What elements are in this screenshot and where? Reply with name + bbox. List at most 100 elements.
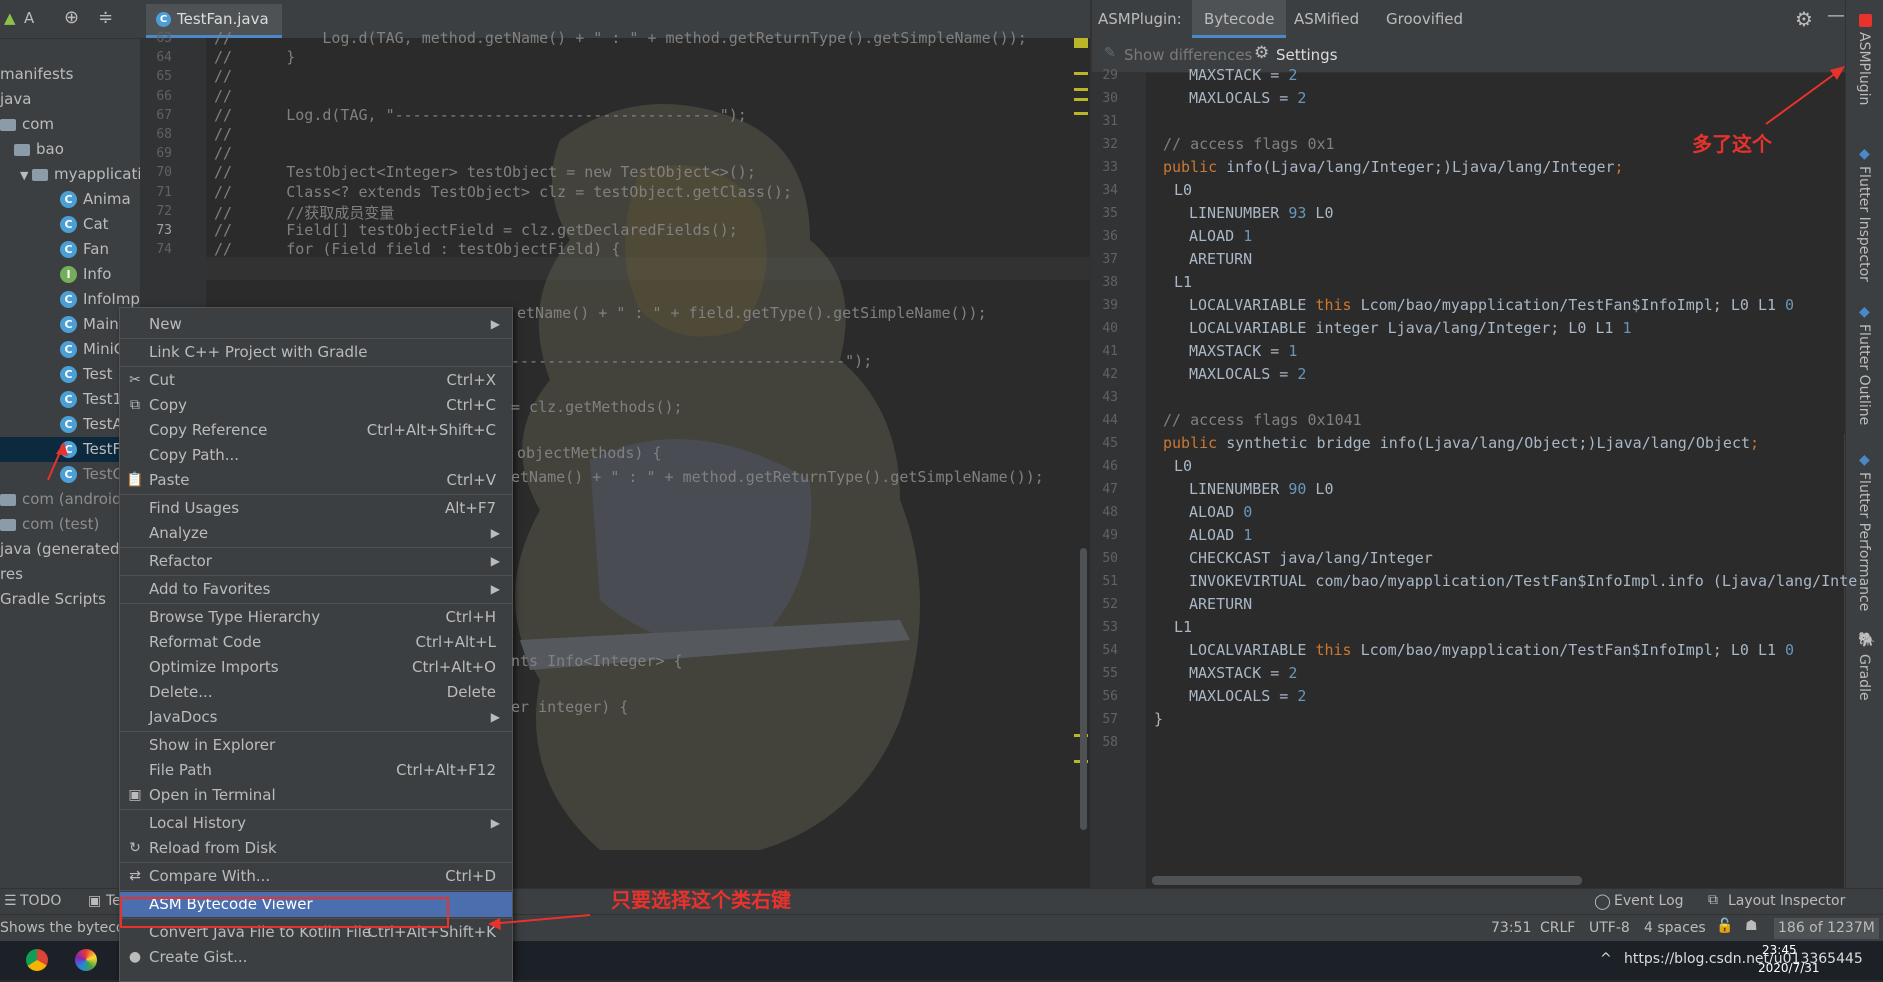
tree-item-label: Main xyxy=(83,315,119,333)
gear-icon[interactable]: ⚙ xyxy=(1795,7,1813,31)
tree-item[interactable]: bao xyxy=(14,137,64,162)
tool-flutter-inspector[interactable]: Flutter Inspector xyxy=(1856,166,1872,282)
menu-item-open-in-terminal[interactable]: ▣ Open in Terminal xyxy=(120,783,512,808)
caret-position[interactable]: 73:51 xyxy=(1491,920,1531,936)
tree-item[interactable]: java xyxy=(0,87,31,112)
token: INVOKEVIRTUAL com/bao/myapplication/Test… xyxy=(1189,572,1858,590)
menu-separator xyxy=(120,494,512,495)
warning-mark[interactable] xyxy=(1074,88,1088,91)
menu-item-shortcut: Ctrl+Alt+O xyxy=(412,658,496,676)
token: MAXSTACK = xyxy=(1189,66,1289,84)
tree-item[interactable]: C TestC xyxy=(60,462,123,487)
tree-item[interactable]: C TestA xyxy=(60,412,123,437)
tree-item[interactable]: java (generated) xyxy=(0,537,125,562)
menu-item-refactor[interactable]: Refactor ▶ xyxy=(120,549,512,574)
menu-item-optimize-imports[interactable]: Optimize Imports Ctrl+Alt+O xyxy=(120,655,512,680)
chrome-icon[interactable] xyxy=(26,949,48,971)
menu-item-find-usages[interactable]: Find Usages Alt+F7 xyxy=(120,496,512,521)
line-number: 72 xyxy=(156,203,172,219)
menu-item-new[interactable]: New ▶ xyxy=(120,312,512,337)
menu-separator xyxy=(120,366,512,367)
tree-item[interactable]: Gradle Scripts xyxy=(0,587,106,612)
tree-item[interactable]: C MiniC xyxy=(60,337,124,362)
menu-item-show-in-explorer[interactable]: Show in Explorer xyxy=(120,733,512,758)
menu-item-local-history[interactable]: Local History ▶ xyxy=(120,811,512,836)
menu-item-create-gist[interactable]: ● Create Gist... xyxy=(120,945,512,970)
menu-item-compare-with[interactable]: ⇄ Compare With... Ctrl+D xyxy=(120,864,512,889)
warning-mark[interactable] xyxy=(1074,112,1088,115)
tool-flutter-performance[interactable]: Flutter Performance xyxy=(1856,472,1872,611)
token: L0 xyxy=(1174,181,1193,199)
warning-mark[interactable] xyxy=(1074,98,1088,101)
submenu-arrow-icon: ▶ xyxy=(490,526,500,540)
editor-scrollbar[interactable] xyxy=(1080,548,1087,830)
menu-item-copy-path[interactable]: Copy Path... xyxy=(120,443,512,468)
clock-time[interactable]: 23:45 xyxy=(1762,943,1797,957)
tab-asmified[interactable]: ASMified xyxy=(1294,0,1359,38)
tree-item[interactable]: C Anima xyxy=(60,187,131,212)
tree-item-label: com xyxy=(22,115,55,133)
token: L0 xyxy=(1174,457,1193,475)
tool-layout-inspector[interactable]: Layout Inspector xyxy=(1728,893,1845,909)
class-icon: C xyxy=(60,341,77,358)
tool-event-log[interactable]: Event Log xyxy=(1614,893,1684,909)
settings-gear-icon[interactable]: ⚙ xyxy=(1254,43,1269,63)
tree-item-label: bao xyxy=(36,140,64,158)
tree-item[interactable]: C Test1 xyxy=(60,387,122,412)
menu-item-delete[interactable]: Delete... Delete xyxy=(120,680,512,705)
tree-item[interactable]: res xyxy=(0,562,23,587)
tree-item[interactable]: com (test) xyxy=(0,512,99,537)
tree-item[interactable]: ▼ myapplicati xyxy=(20,162,142,187)
color-picker-icon[interactable] xyxy=(75,949,97,971)
bytecode-line: L1 xyxy=(1174,618,1192,636)
menu-item-link-c-project-with-gradle[interactable]: Link C++ Project with Gradle xyxy=(120,340,512,365)
inspector-icon[interactable]: ☗ xyxy=(1745,918,1758,934)
line-number: 69 xyxy=(156,146,172,162)
tab-bytecode[interactable]: Bytecode xyxy=(1192,0,1287,38)
tool-gradle[interactable]: Gradle xyxy=(1856,654,1872,701)
menu-item-reformat-code[interactable]: Reformat Code Ctrl+Alt+L xyxy=(120,630,512,655)
tool-asmplugin[interactable]: ASMPlugin xyxy=(1856,32,1872,105)
tree-item[interactable]: C Test xyxy=(60,362,113,387)
tree-item[interactable]: com (androidTe xyxy=(0,487,137,512)
menu-item-reload-from-disk[interactable]: ↻ Reload from Disk xyxy=(120,836,512,861)
clock-date[interactable]: 2020/7/31 xyxy=(1758,961,1820,975)
file-encoding[interactable]: UTF-8 xyxy=(1589,920,1630,936)
tab-groovified[interactable]: Groovified xyxy=(1386,0,1463,38)
android-icon[interactable]: ▲ xyxy=(4,9,16,27)
code-line: // TestObject<Integer> testObject = new … xyxy=(214,163,756,182)
tool-todo[interactable]: TODO xyxy=(20,893,61,909)
settings-button[interactable]: Settings xyxy=(1276,46,1338,64)
tool-flutter-outline[interactable]: Flutter Outline xyxy=(1856,324,1872,425)
tree-item[interactable]: com xyxy=(0,112,54,137)
expand-icon[interactable]: ▼ xyxy=(20,169,32,182)
tree-item[interactable]: I Info xyxy=(60,262,111,287)
warning-mark[interactable] xyxy=(1074,72,1088,75)
menu-item-analyze[interactable]: Analyze ▶ xyxy=(120,521,512,546)
lock-icon[interactable]: 🔓 xyxy=(1716,918,1733,934)
tree-item[interactable]: manifests xyxy=(0,62,74,87)
show-differences-button[interactable]: Show differences xyxy=(1124,46,1252,64)
menu-item-copy[interactable]: ⧉ Copy Ctrl+C xyxy=(120,393,512,418)
font-size-label[interactable]: A xyxy=(24,9,34,27)
menu-item-cut[interactable]: ✂ Cut Ctrl+X xyxy=(120,368,512,393)
menu-item-browse-type-hierarchy[interactable]: Browse Type Hierarchy Ctrl+H xyxy=(120,605,512,630)
line-separator[interactable]: CRLF xyxy=(1540,920,1575,936)
menu-item-file-path[interactable]: File Path Ctrl+Alt+F12 xyxy=(120,758,512,783)
menu-item-add-to-favorites[interactable]: Add to Favorites ▶ xyxy=(120,577,512,602)
locate-icon[interactable]: ⊕ xyxy=(64,7,79,28)
indent-setting[interactable]: 4 spaces xyxy=(1644,920,1706,936)
chevron-up-icon[interactable]: ^ xyxy=(1600,951,1612,967)
tree-item-label: TestC xyxy=(83,465,124,483)
menu-item-copy-reference[interactable]: Copy Reference Ctrl+Alt+Shift+C xyxy=(120,418,512,443)
tree-item[interactable]: C Fan xyxy=(60,237,109,262)
memory-indicator[interactable]: 186 of 1237M xyxy=(1774,918,1879,939)
tree-item[interactable]: C Main xyxy=(60,312,119,337)
collapse-icon[interactable]: ≑ xyxy=(98,7,113,28)
menu-item-paste[interactable]: 📋 Paste Ctrl+V xyxy=(120,468,512,493)
menu-item-javadocs[interactable]: JavaDocs ▶ xyxy=(120,705,512,730)
warning-mark[interactable] xyxy=(1074,38,1088,48)
minimize-icon[interactable]: — xyxy=(1827,5,1845,26)
asm-horizontal-scrollbar[interactable] xyxy=(1152,876,1582,885)
tree-item[interactable]: C Cat xyxy=(60,212,109,237)
